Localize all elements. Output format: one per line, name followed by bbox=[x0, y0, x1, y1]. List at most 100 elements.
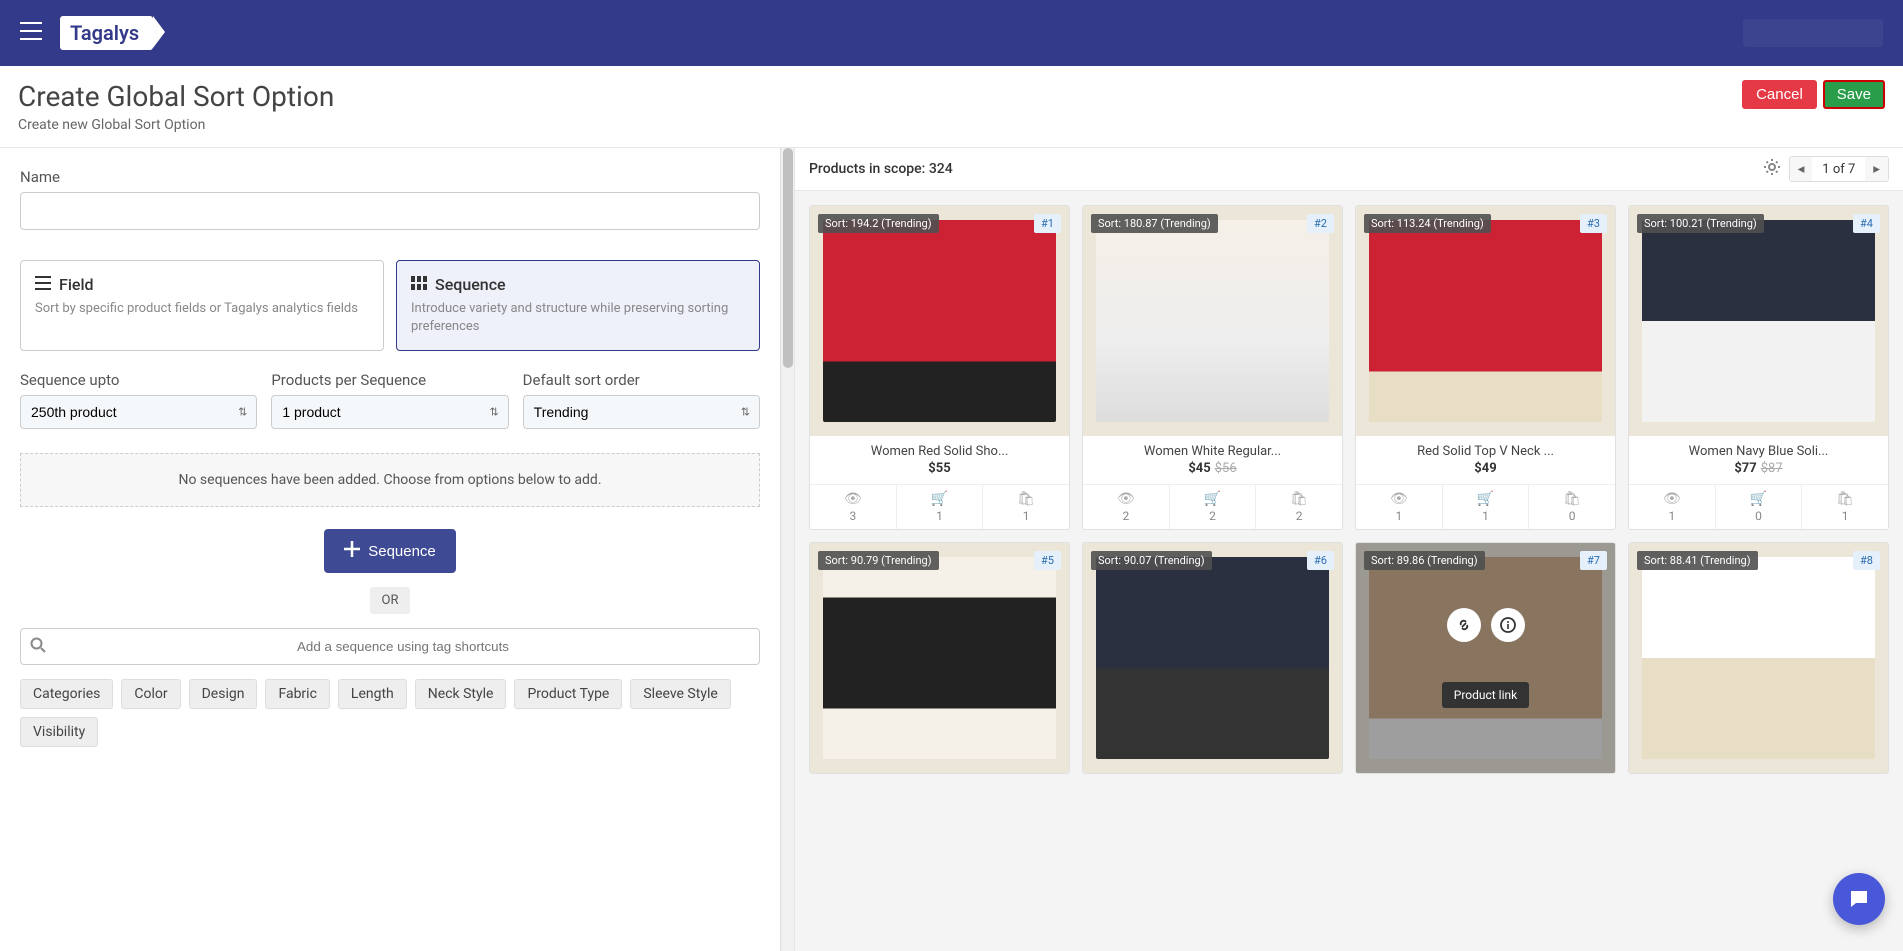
product-price: $45$56 bbox=[1083, 461, 1342, 484]
tag-search-input[interactable] bbox=[20, 628, 760, 665]
sequence-option-card[interactable]: Sequence Introduce variety and structure… bbox=[396, 260, 760, 351]
save-button[interactable]: Save bbox=[1823, 80, 1885, 109]
rank-badge: #8 bbox=[1853, 551, 1880, 570]
name-input[interactable] bbox=[20, 192, 760, 230]
next-page-button[interactable]: ▸ bbox=[1865, 157, 1888, 181]
product-card[interactable]: Sort: 194.2 (Trending) #1 Women Red Soli… bbox=[809, 205, 1070, 530]
rank-badge: #6 bbox=[1307, 551, 1334, 570]
product-name: Women Navy Blue Soli... bbox=[1629, 436, 1888, 461]
product-image: Product link bbox=[1356, 543, 1615, 773]
product-image bbox=[1629, 543, 1888, 773]
tag-shortcut[interactable]: Color bbox=[121, 679, 180, 709]
prev-page-button[interactable]: ◂ bbox=[1790, 157, 1813, 181]
product-stats: 👁1 🛒1 🛍0 bbox=[1356, 484, 1615, 529]
product-price: $49 bbox=[1356, 461, 1615, 484]
page-title: Create Global Sort Option bbox=[18, 80, 334, 113]
product-price: $77$87 bbox=[1629, 461, 1888, 484]
link-icon[interactable] bbox=[1447, 608, 1481, 642]
tag-shortcut[interactable]: Product Type bbox=[514, 679, 622, 709]
default-sort-label: Default sort order bbox=[523, 371, 760, 389]
product-image bbox=[1083, 543, 1342, 773]
scope-label: Products in scope: 324 bbox=[809, 161, 953, 177]
rank-badge: #1 bbox=[1034, 214, 1061, 233]
cart-icon: 🛒 bbox=[897, 491, 983, 507]
product-image bbox=[810, 206, 1069, 436]
header-account[interactable] bbox=[1743, 19, 1883, 47]
sort-badge: Sort: 180.87 (Trending) bbox=[1091, 214, 1218, 233]
rank-badge: #3 bbox=[1580, 214, 1607, 233]
tag-shortcut[interactable]: Visibility bbox=[20, 717, 98, 747]
product-card[interactable]: Sort: 89.86 (Trending) #7 Product link bbox=[1355, 542, 1616, 774]
eye-icon: 👁 bbox=[810, 491, 896, 507]
seq-upto-label: Sequence upto bbox=[20, 371, 257, 389]
product-hover-overlay: Product link bbox=[1356, 543, 1615, 773]
sort-badge: Sort: 113.24 (Trending) bbox=[1364, 214, 1491, 233]
grid-icon bbox=[411, 275, 427, 294]
bag-icon: 🛍 bbox=[983, 491, 1069, 507]
sequence-card-title: Sequence bbox=[435, 275, 506, 294]
per-seq-select[interactable]: 1 product bbox=[271, 395, 508, 429]
product-image bbox=[1629, 206, 1888, 436]
product-card[interactable]: Sort: 88.41 (Trending) #8 bbox=[1628, 542, 1889, 774]
product-image bbox=[1356, 206, 1615, 436]
per-seq-label: Products per Sequence bbox=[271, 371, 508, 389]
brand-logo[interactable]: Tagalys bbox=[60, 16, 153, 50]
field-card-desc: Sort by specific product fields or Tagal… bbox=[35, 300, 369, 318]
gear-icon[interactable] bbox=[1763, 158, 1781, 180]
product-stats: 👁1 🛒0 🛍1 bbox=[1629, 484, 1888, 529]
page-header: Create Global Sort Option Create new Glo… bbox=[0, 66, 1903, 148]
product-stats: 👁2 🛒2 🛍2 bbox=[1083, 484, 1342, 529]
product-card[interactable]: Sort: 100.21 (Trending) #4 Women Navy Bl… bbox=[1628, 205, 1889, 530]
bag-icon: 🛍 bbox=[1529, 491, 1615, 507]
cart-icon: 🛒 bbox=[1170, 491, 1256, 507]
product-stats: 👁3 🛒1 🛍1 bbox=[810, 484, 1069, 529]
menu-icon[interactable] bbox=[20, 22, 42, 44]
product-grid: Sort: 194.2 (Trending) #1 Women Red Soli… bbox=[795, 191, 1903, 951]
tag-shortcut[interactable]: Fabric bbox=[265, 679, 329, 709]
plus-icon bbox=[344, 541, 360, 561]
tag-shortcut[interactable]: Design bbox=[189, 679, 258, 709]
or-divider: OR bbox=[370, 587, 410, 614]
cancel-button[interactable]: Cancel bbox=[1742, 80, 1817, 109]
default-sort-select[interactable]: Trending bbox=[523, 395, 760, 429]
chat-widget[interactable] bbox=[1833, 873, 1885, 925]
rank-badge: #2 bbox=[1307, 214, 1334, 233]
add-sequence-label: Sequence bbox=[368, 543, 436, 560]
product-image bbox=[810, 543, 1069, 773]
eye-icon: 👁 bbox=[1356, 491, 1442, 507]
sort-badge: Sort: 89.86 (Trending) bbox=[1364, 551, 1485, 570]
scroll-thumb[interactable] bbox=[783, 148, 793, 368]
tag-shortcut[interactable]: Neck Style bbox=[415, 679, 507, 709]
eye-icon: 👁 bbox=[1629, 491, 1715, 507]
field-option-card[interactable]: Field Sort by specific product fields or… bbox=[20, 260, 384, 351]
product-card[interactable]: Sort: 180.87 (Trending) #2 Women White R… bbox=[1082, 205, 1343, 530]
product-card[interactable]: Sort: 90.07 (Trending) #6 bbox=[1082, 542, 1343, 774]
product-name: Red Solid Top V Neck ... bbox=[1356, 436, 1615, 461]
info-icon[interactable] bbox=[1491, 608, 1525, 642]
product-card[interactable]: Sort: 113.24 (Trending) #3 Red Solid Top… bbox=[1355, 205, 1616, 530]
empty-sequences-msg: No sequences have been added. Choose fro… bbox=[20, 453, 760, 507]
pagination: ◂ 1 of 7 ▸ bbox=[1789, 156, 1889, 182]
app-header: Tagalys bbox=[0, 0, 1903, 66]
preview-pane: Products in scope: 324 ◂ 1 of 7 ▸ Sort: … bbox=[794, 148, 1903, 951]
cart-icon: 🛒 bbox=[1443, 491, 1529, 507]
list-icon bbox=[35, 275, 51, 294]
tag-shortcut[interactable]: Length bbox=[338, 679, 407, 709]
add-sequence-button[interactable]: Sequence bbox=[324, 529, 456, 573]
sequence-card-desc: Introduce variety and structure while pr… bbox=[411, 300, 745, 336]
field-card-title: Field bbox=[59, 275, 94, 294]
bag-icon: 🛍 bbox=[1802, 491, 1888, 507]
name-label: Name bbox=[20, 168, 760, 186]
product-link-tooltip: Product link bbox=[1442, 682, 1529, 708]
tag-shortcut[interactable]: Categories bbox=[20, 679, 113, 709]
product-card[interactable]: Sort: 90.79 (Trending) #5 bbox=[809, 542, 1070, 774]
search-icon bbox=[30, 637, 46, 657]
rank-badge: #5 bbox=[1034, 551, 1061, 570]
sort-badge: Sort: 88.41 (Trending) bbox=[1637, 551, 1758, 570]
left-scrollbar[interactable] bbox=[780, 148, 794, 951]
seq-upto-select[interactable]: 250th product bbox=[20, 395, 257, 429]
tag-shortcuts: Categories Color DesignFabric Length Neck St… bbox=[20, 679, 760, 747]
logo-text: Tagalys bbox=[70, 21, 139, 45]
page-indicator: 1 of 7 bbox=[1812, 158, 1865, 181]
tag-shortcut[interactable]: Sleeve Style bbox=[630, 679, 730, 709]
